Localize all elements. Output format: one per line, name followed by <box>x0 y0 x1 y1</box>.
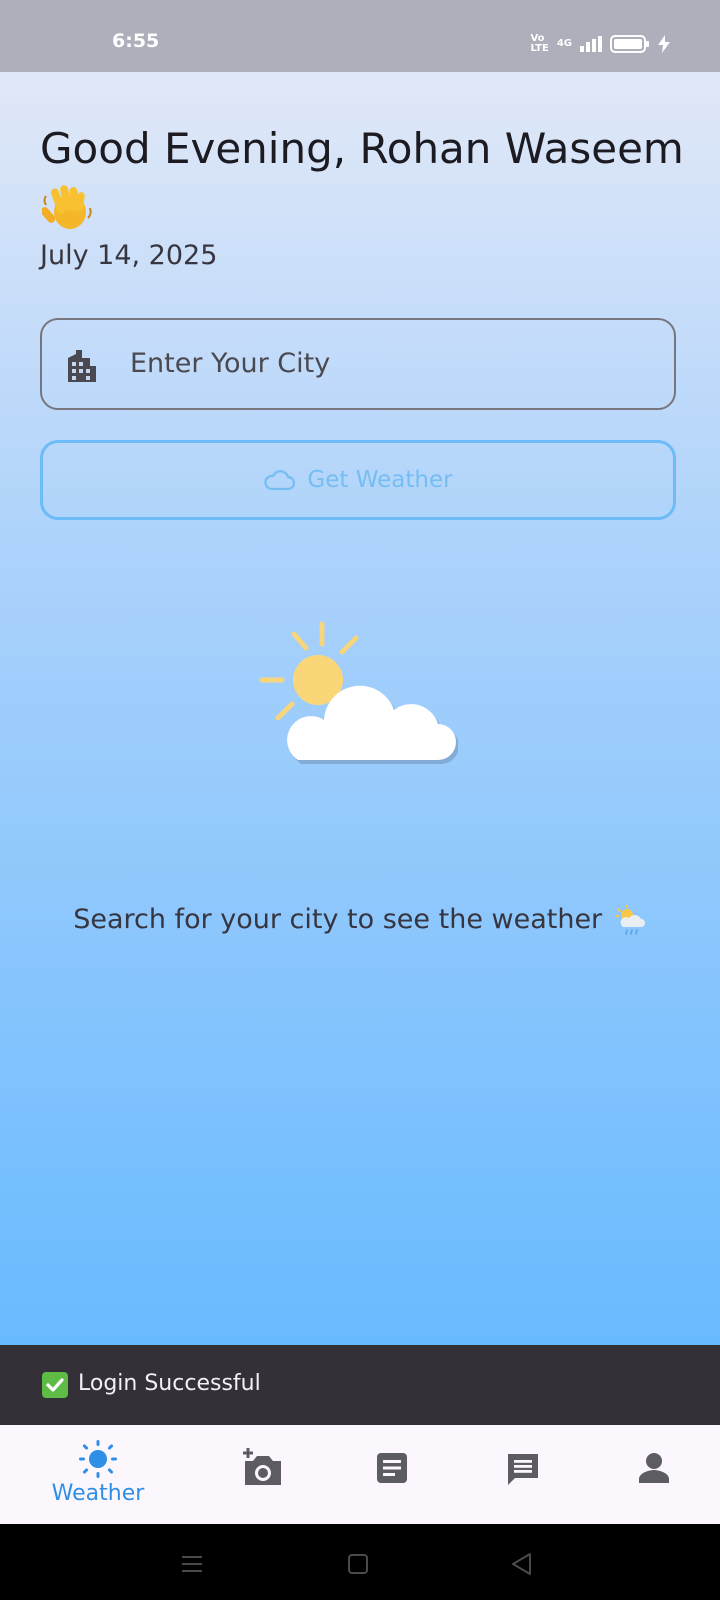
hint-text: Search for your city to see the weather <box>73 904 603 935</box>
chat-icon <box>508 1454 538 1485</box>
city-building-icon <box>68 350 96 382</box>
battery-icon <box>610 35 649 53</box>
charging-bolt-icon <box>658 35 670 53</box>
snackbar-message: Login Successful <box>78 1371 261 1396</box>
city-search-input[interactable]: Enter Your City <box>40 318 676 410</box>
add-photo-camera-icon <box>243 1448 281 1485</box>
nav-item-camera[interactable] <box>190 1425 334 1524</box>
greeting-title: Good Evening, Rohan Waseem <box>40 124 684 173</box>
sun-behind-rain-cloud-icon <box>614 904 645 935</box>
person-icon <box>639 1453 669 1483</box>
sun-icon <box>79 1440 117 1478</box>
check-mark-icon <box>42 1372 68 1398</box>
get-weather-button[interactable]: Get Weather <box>40 440 676 520</box>
status-time: 6:55 <box>112 30 160 52</box>
nav-item-chat[interactable] <box>451 1425 595 1524</box>
waving-hand-icon <box>42 185 92 229</box>
nav-item-notes[interactable] <box>320 1425 464 1524</box>
signal-icon <box>580 36 602 52</box>
sun-behind-cloud-icon <box>259 621 458 764</box>
status-icons: Vo LTE 4G <box>530 34 670 54</box>
recents-menu-icon[interactable] <box>180 1554 204 1574</box>
network-type-label: 4G <box>556 38 572 49</box>
back-triangle-icon[interactable] <box>510 1552 532 1576</box>
notes-icon <box>377 1453 407 1483</box>
nav-item-profile[interactable] <box>582 1425 720 1524</box>
cloud-outline-icon <box>264 470 296 491</box>
weather-screen: Good Evening, Rohan Waseem July 14, 2025… <box>0 72 720 1345</box>
nav-item-weather[interactable]: Weather <box>26 1425 170 1524</box>
bottom-navigation: Weather <box>0 1425 720 1524</box>
status-bar: 6:55 Vo LTE 4G <box>0 0 720 72</box>
volte-indicator: Vo LTE <box>530 33 549 54</box>
nav-label-weather: Weather <box>51 1481 145 1506</box>
get-weather-label: Get Weather <box>307 467 453 493</box>
system-navigation-bar <box>0 1524 720 1600</box>
current-date: July 14, 2025 <box>40 240 218 271</box>
empty-state-hint: Search for your city to see the weather <box>0 904 720 937</box>
login-snackbar: Login Successful <box>0 1345 720 1425</box>
home-square-icon[interactable] <box>347 1553 369 1575</box>
city-input-placeholder: Enter Your City <box>130 348 331 379</box>
